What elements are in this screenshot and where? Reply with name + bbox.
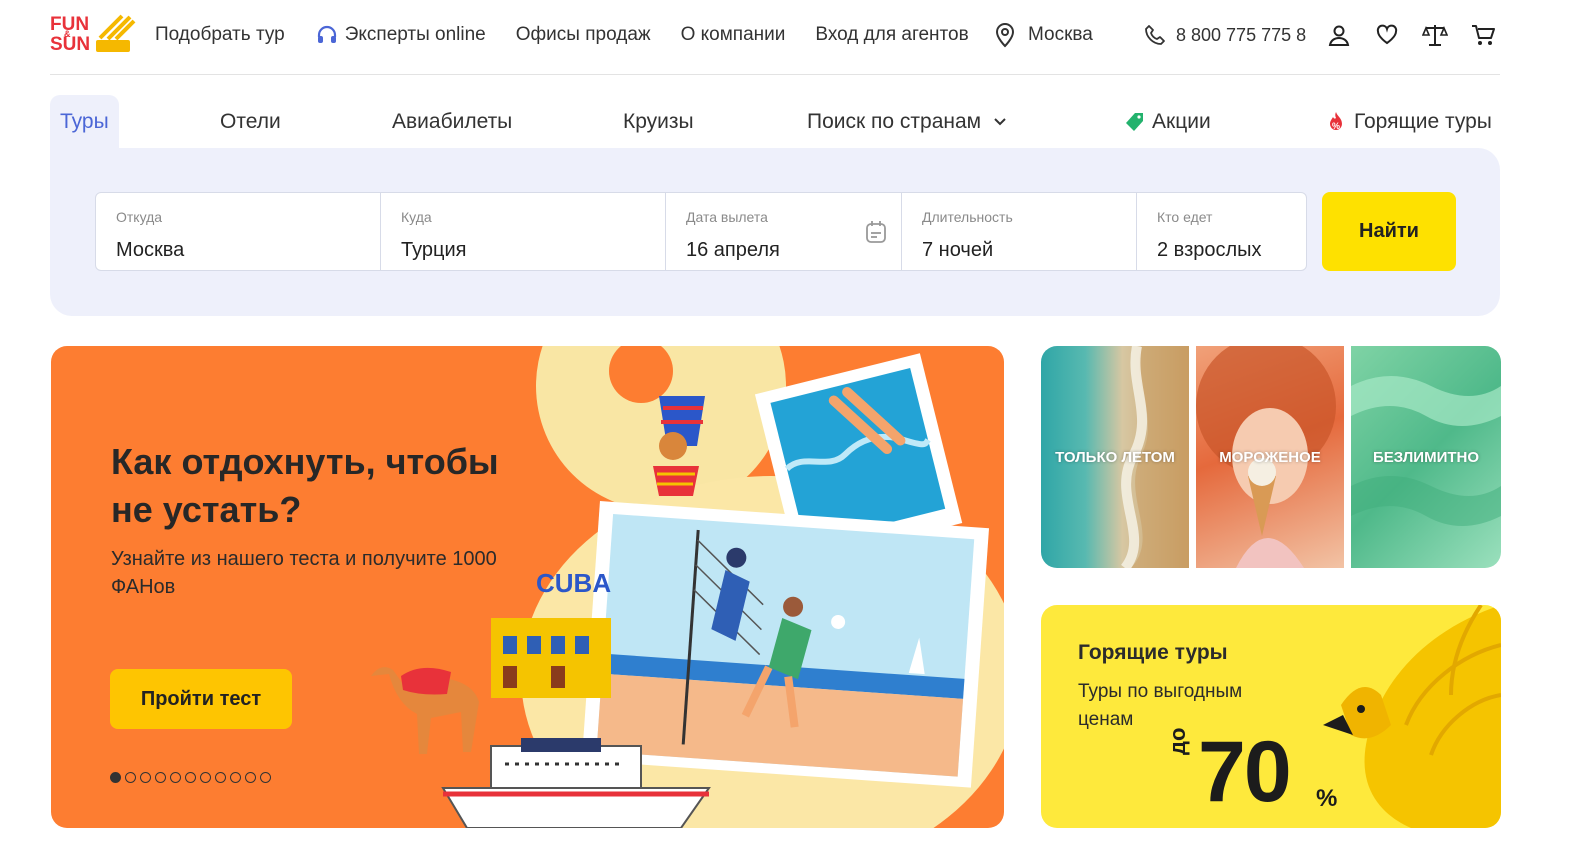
- duration-field-label: Длительность: [922, 209, 1013, 225]
- phone-icon: [1144, 24, 1166, 46]
- hero-banner[interactable]: CUBA Как отдохнуть, чтобы не устать? Узн…: [51, 346, 1004, 828]
- date-field-label: Дата вылета: [686, 209, 768, 225]
- tab-hotels[interactable]: Отели: [220, 95, 281, 148]
- carousel-dot[interactable]: [140, 772, 151, 783]
- logo-sun-icon: [96, 14, 136, 52]
- promo-summer-only[interactable]: ТОЛЬКО ЛЕТОМ: [1041, 346, 1189, 568]
- tab-hotels-label: Отели: [220, 109, 281, 133]
- carousel-dot[interactable]: [170, 772, 181, 783]
- svg-text:%: %: [1332, 121, 1340, 131]
- take-test-button[interactable]: Пройти тест: [110, 669, 292, 729]
- promo-ice-cream-label: МОРОЖЕНОЕ: [1219, 448, 1321, 466]
- tab-search-by-country[interactable]: Поиск по странам: [807, 95, 1007, 148]
- nav-pick-tour-label: Подобрать тур: [155, 24, 285, 45]
- tag-icon: [1124, 111, 1146, 133]
- to-field-label: Куда: [401, 209, 432, 225]
- city-selector[interactable]: Москва: [994, 0, 1093, 70]
- travelers-field-value: 2 взрослых: [1157, 239, 1262, 261]
- departure-date-field[interactable]: Дата вылета 16 апреля: [666, 193, 902, 270]
- scales-icon[interactable]: [1422, 22, 1448, 48]
- from-field[interactable]: Откуда Москва: [96, 193, 381, 270]
- to-field[interactable]: Куда Турция: [381, 193, 666, 270]
- nav-experts-label: Эксперты online: [344, 24, 486, 45]
- tab-deals[interactable]: Акции: [1124, 95, 1211, 148]
- date-field-value: 16 апреля: [686, 239, 780, 261]
- user-icon[interactable]: [1326, 22, 1352, 48]
- tab-flights[interactable]: Авиабилеты: [392, 95, 512, 148]
- top-nav: Подобрать тур Эксперты online Офисы прод…: [155, 0, 999, 70]
- carousel-dot[interactable]: [185, 772, 196, 783]
- carousel-dot[interactable]: [125, 772, 136, 783]
- fun-and-sun-logo[interactable]: FUN & SUN: [50, 14, 136, 56]
- promo-ice-cream[interactable]: МОРОЖЕНОЕ: [1196, 346, 1344, 568]
- tab-countries-label: Поиск по странам: [807, 109, 982, 133]
- tab-cruises-label: Круизы: [623, 109, 694, 133]
- travelers-field-label: Кто едет: [1157, 209, 1213, 225]
- tab-flights-label: Авиабилеты: [392, 109, 513, 133]
- from-field-value: Москва: [116, 239, 185, 261]
- hero-title: Как отдохнуть, чтобы не устать?: [111, 441, 499, 530]
- hot-tours-upto: до: [1165, 727, 1190, 755]
- hero-subtitle: Узнайте из нашего теста и получите 1000 …: [111, 548, 497, 598]
- nav-agents-label: Вход для агентов: [815, 24, 969, 45]
- carousel-dot[interactable]: [215, 772, 226, 783]
- nav-experts-online[interactable]: Эксперты online: [315, 23, 486, 47]
- promo-unlimited-label: БЕЗЛИМИТНО: [1372, 448, 1480, 466]
- cart-icon[interactable]: [1470, 22, 1496, 48]
- nav-about-company[interactable]: О компании: [681, 24, 786, 46]
- header-actions: [1326, 0, 1496, 70]
- city-label: Москва: [1028, 24, 1093, 45]
- tour-search-panel: Откуда Москва Куда Турция Дата вылета 16…: [50, 148, 1500, 316]
- tab-deals-label: Акции: [1152, 109, 1211, 133]
- promo-summer-label: ТОЛЬКО ЛЕТОМ: [1055, 448, 1175, 466]
- calendar-icon: [865, 220, 887, 249]
- travelers-field[interactable]: Кто едет 2 взрослых: [1137, 193, 1306, 270]
- site-header: FUN & SUN Подобрать тур Эксперты online …: [50, 0, 1500, 75]
- nav-sales-offices[interactable]: Офисы продаж: [516, 24, 651, 46]
- carousel-dot[interactable]: [260, 772, 271, 783]
- chevron-down-icon: [993, 117, 1007, 127]
- duration-field[interactable]: Длительность 7 ночей: [902, 193, 1137, 270]
- promo-unlimited[interactable]: БЕЗЛИМИТНО: [1351, 346, 1501, 568]
- from-field-label: Откуда: [116, 209, 163, 225]
- nav-agents-login[interactable]: Вход для агентов: [815, 24, 968, 46]
- carousel-dot[interactable]: [245, 772, 256, 783]
- search-fields: Откуда Москва Куда Турция Дата вылета 16…: [95, 192, 1307, 271]
- headset-icon: [315, 23, 339, 47]
- carousel-dot[interactable]: [230, 772, 241, 783]
- phone-number: 8 800 775 775 8: [1176, 24, 1307, 45]
- tab-hot-tours[interactable]: % Горящие туры: [1324, 95, 1492, 148]
- heart-icon[interactable]: [1374, 22, 1400, 48]
- cuba-art-text: CUBA: [536, 568, 611, 598]
- hot-tours-title: Горящие туры: [1078, 641, 1228, 664]
- carousel-dot[interactable]: [155, 772, 166, 783]
- nav-pick-tour[interactable]: Подобрать тур: [155, 24, 285, 46]
- tab-tours[interactable]: Туры: [50, 95, 119, 148]
- hot-tours-discount: 70: [1198, 724, 1292, 820]
- nav-about-label: О компании: [680, 24, 786, 45]
- nav-offices-label: Офисы продаж: [515, 24, 651, 45]
- tab-tours-label: Туры: [60, 109, 109, 133]
- carousel-dot[interactable]: [200, 772, 211, 783]
- tab-cruises[interactable]: Круизы: [623, 95, 694, 148]
- search-tabs: Туры Отели Авиабилеты Круизы Поиск по ст…: [50, 95, 1500, 148]
- to-field-value: Турция: [401, 239, 467, 261]
- hot-tours-banner[interactable]: Горящие туры Туры по выгодным ценам до 7…: [1041, 605, 1501, 828]
- phone-link[interactable]: 8 800 775 775 8: [1144, 0, 1306, 70]
- carousel-dots: [110, 772, 275, 783]
- find-button[interactable]: Найти: [1322, 192, 1456, 271]
- duration-field-value: 7 ночей: [922, 239, 994, 261]
- location-pin-icon: [994, 22, 1016, 48]
- hot-tours-percent-sign: %: [1316, 785, 1338, 812]
- tab-hot-label: Горящие туры: [1354, 109, 1492, 133]
- fire-percent-icon: %: [1324, 110, 1348, 134]
- carousel-dot[interactable]: [110, 772, 121, 783]
- logo-text-bottom: SUN: [50, 34, 91, 55]
